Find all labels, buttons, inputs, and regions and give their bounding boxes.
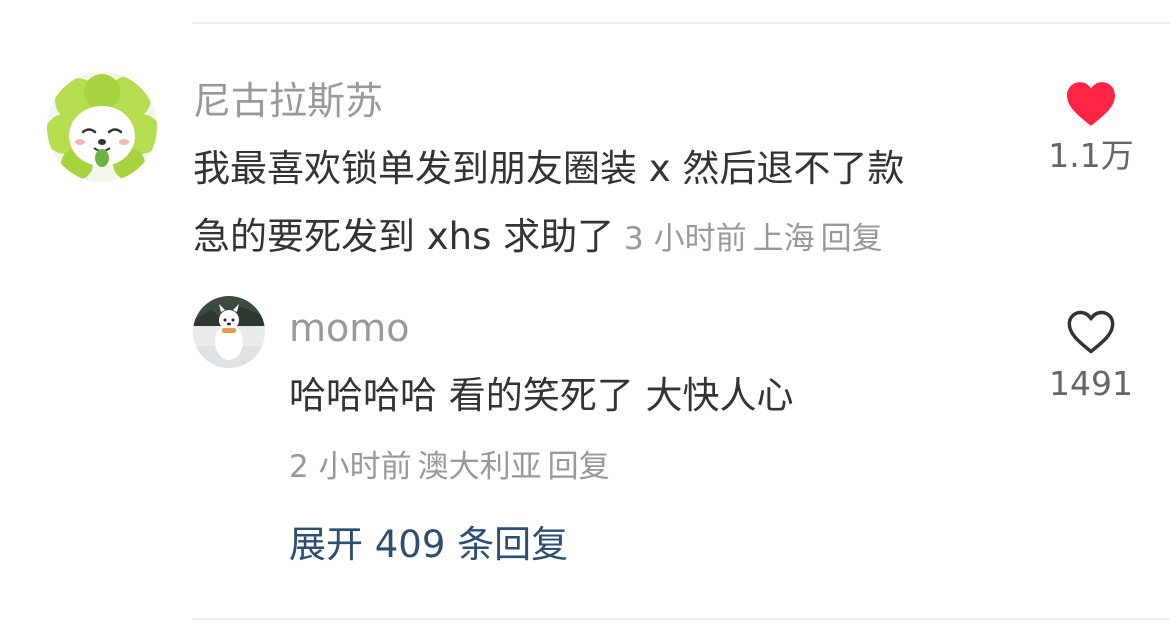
comment-text-line1: 我最喜欢锁单发到朋友圈装 x 然后退不了款 xyxy=(193,147,905,190)
comment-text-line2: 急的要死发到 xhs 求助了 3 小时前 上海 回复 xyxy=(193,204,889,272)
shiba-avatar-icon xyxy=(47,72,157,182)
comment-text: 急的要死发到 xhs 求助了 xyxy=(193,215,615,258)
divider-bottom xyxy=(192,618,1170,620)
expand-replies-link[interactable]: 展开 409 条回复 xyxy=(289,517,568,573)
comment-like[interactable]: 1.1万 xyxy=(1045,80,1137,176)
comment-time: 3 小时前 xyxy=(624,221,747,257)
reply-like[interactable]: 1491 xyxy=(1045,308,1137,404)
reply-author[interactable]: momo xyxy=(289,305,410,351)
comment-like-count: 1.1万 xyxy=(1048,136,1134,175)
comment-location: 上海 xyxy=(752,221,815,257)
reply-like-count: 1491 xyxy=(1049,364,1133,403)
heart-outline-icon[interactable] xyxy=(1065,308,1117,356)
reply-avatar[interactable] xyxy=(193,296,265,368)
heart-filled-icon[interactable] xyxy=(1064,80,1118,128)
reply-reply-button[interactable]: 回复 xyxy=(548,449,610,485)
dog-avatar-icon xyxy=(193,296,265,368)
comment-meta: 3 小时前 上海 回复 xyxy=(614,221,888,257)
reply-time: 2 小时前 xyxy=(289,449,412,485)
avatar[interactable] xyxy=(47,72,157,182)
comment-reply-button[interactable]: 回复 xyxy=(821,221,883,257)
reply-text: 哈哈哈哈 看的笑死了 大快人心 xyxy=(289,374,794,417)
divider-top xyxy=(192,22,1170,24)
comment-author[interactable]: 尼古拉斯苏 xyxy=(193,78,383,124)
reply-meta: 2 小时前 澳大利亚 回复 xyxy=(289,444,616,490)
reply-location: 澳大利亚 xyxy=(417,449,542,485)
